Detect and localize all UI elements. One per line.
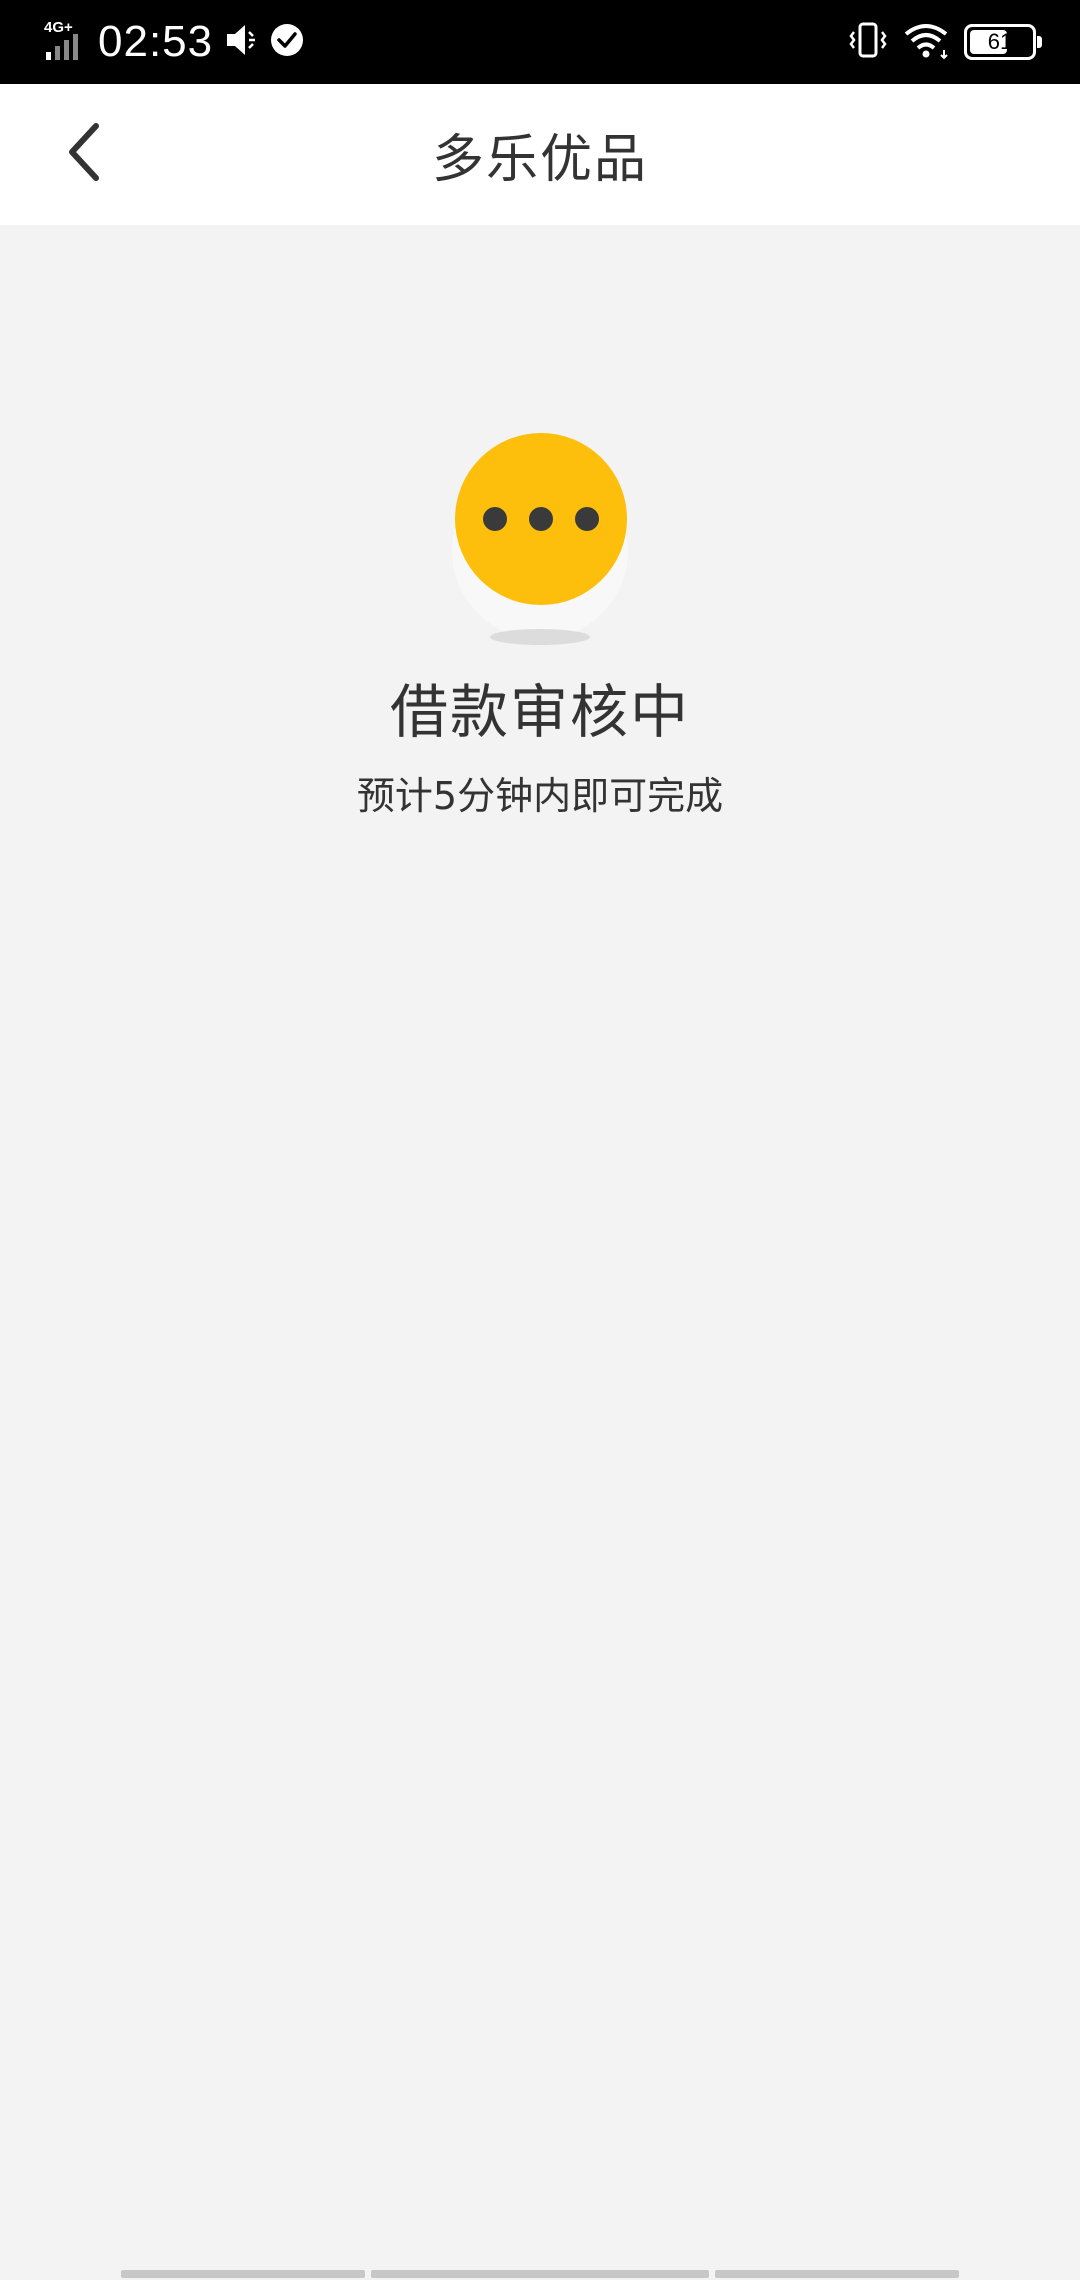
gesture-bar-center[interactable] [371, 2270, 709, 2278]
wifi-icon [902, 20, 950, 64]
status-title: 借款审核中 [389, 678, 690, 746]
battery-level: 61 [987, 29, 1013, 54]
battery-icon: 61 [964, 24, 1042, 60]
main-content: 借款审核中 预计5分钟内即可完成 [0, 225, 1080, 2280]
back-button[interactable] [44, 114, 124, 194]
signal-icon: 4G+ [44, 18, 88, 66]
page-title: 多乐优品 [431, 130, 648, 190]
icon-shadow [490, 629, 590, 645]
check-circle-icon [269, 22, 305, 62]
pending-dots-icon [455, 433, 627, 605]
gesture-bar-left [121, 2270, 365, 2278]
mute-icon [225, 20, 261, 64]
status-bar-right: 61 [848, 14, 1042, 70]
network-type-label: 4G+ [44, 19, 73, 36]
gesture-bar-right [715, 2270, 959, 2278]
status-bar-left: 4G+ 02:53 [44, 14, 305, 70]
navigation-bar: 多乐优品 [0, 84, 1080, 225]
status-subtitle: 预计5分钟内即可完成 [356, 774, 724, 818]
chevron-left-icon [64, 122, 104, 186]
vibrate-icon [848, 20, 888, 64]
status-time: 02:53 [98, 17, 214, 66]
status-bar: 4G+ 02:53 61 [0, 0, 1080, 84]
